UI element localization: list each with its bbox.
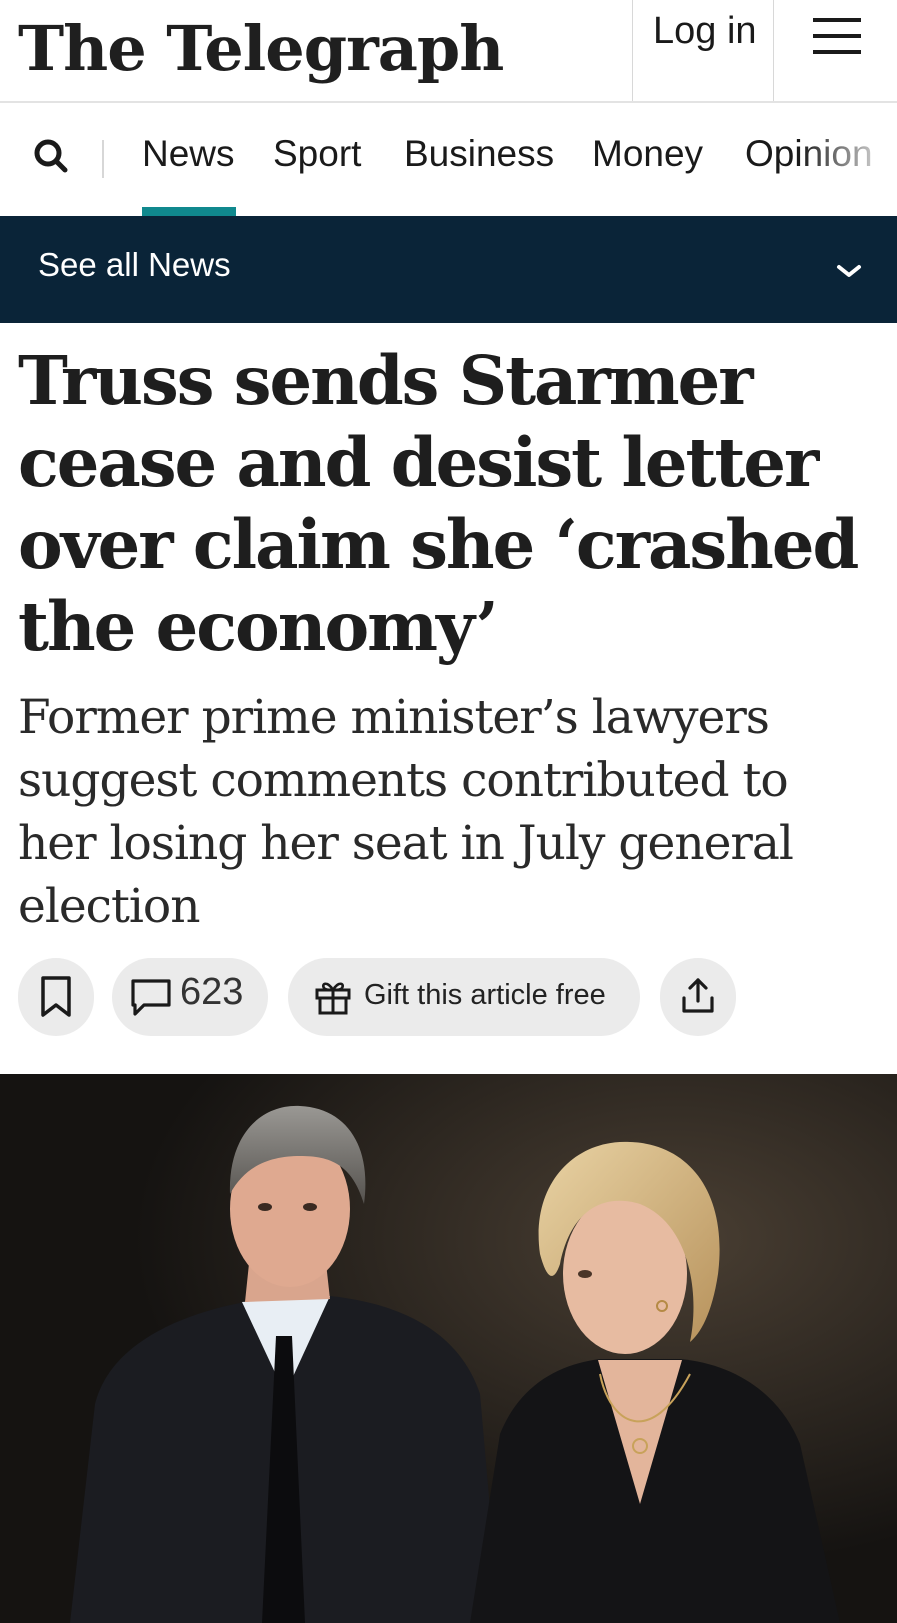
gift-button-label: Gift this article free [364,979,606,1011]
active-tab-indicator [142,207,236,216]
save-article-button[interactable] [18,958,94,1036]
site-logo[interactable]: The Telegraph [18,8,504,90]
section-bar-label: See all News [38,246,231,283]
login-label: Log in [653,10,757,52]
nav-item-sport[interactable]: Sport [273,133,361,175]
section-nav: News Sport Business Money Opinion [0,103,897,216]
hamburger-menu-icon [813,18,861,54]
bookmark-icon [41,976,71,1017]
hero-photo [0,1074,897,1623]
share-icon [682,978,714,1013]
search-icon [34,139,68,173]
nav-divider [102,140,104,178]
see-all-news-dropdown[interactable]: See all News [0,216,897,323]
hero-image [0,1074,897,1623]
search-button[interactable] [28,133,76,181]
share-button[interactable] [660,958,736,1036]
nav-item-money[interactable]: Money [592,133,703,175]
gift-icon [315,982,351,1015]
masthead: The Telegraph Log in [0,0,897,103]
nav-item-business[interactable]: Business [404,133,554,175]
comments-button[interactable]: 623 [112,958,268,1036]
menu-button[interactable] [775,0,897,101]
login-button[interactable]: Log in [632,0,774,101]
comment-count: 623 [180,971,244,1013]
article-headline: Truss sends Starmer cease and desist let… [18,341,859,666]
article-standfirst: Former prime minister’s lawyers suggest … [18,690,794,934]
comment-icon [131,979,171,1016]
nav-item-news[interactable]: News [142,133,235,175]
gift-article-button[interactable]: Gift this article free [288,958,640,1036]
nav-scroll-fade [800,103,897,216]
chevron-down-icon [837,265,861,277]
